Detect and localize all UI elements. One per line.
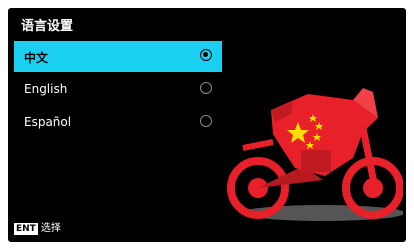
motorcycle-illustration — [227, 88, 403, 221]
exhaust — [242, 139, 274, 151]
language-label: Español — [24, 115, 72, 129]
page-title: 语言设置 — [21, 19, 74, 34]
footer-action-label: 选择 — [40, 223, 61, 234]
language-label: English — [24, 82, 68, 96]
radio-unselected-icon[interactable] — [200, 82, 212, 94]
radio-selected-icon[interactable] — [200, 49, 212, 61]
settings-screen: 语言设置 中文 English Español ENT 选择 — [8, 8, 406, 242]
radio-unselected-icon[interactable] — [200, 115, 212, 127]
footer-hint: ENT 选择 — [14, 219, 61, 235]
language-option-spanish[interactable]: Español — [14, 107, 222, 138]
language-label: 中文 — [24, 51, 49, 65]
language-option-english[interactable]: English — [14, 74, 222, 105]
language-option-chinese[interactable]: 中文 — [14, 41, 222, 72]
engine — [301, 150, 331, 172]
ent-key-badge: ENT — [14, 223, 38, 235]
